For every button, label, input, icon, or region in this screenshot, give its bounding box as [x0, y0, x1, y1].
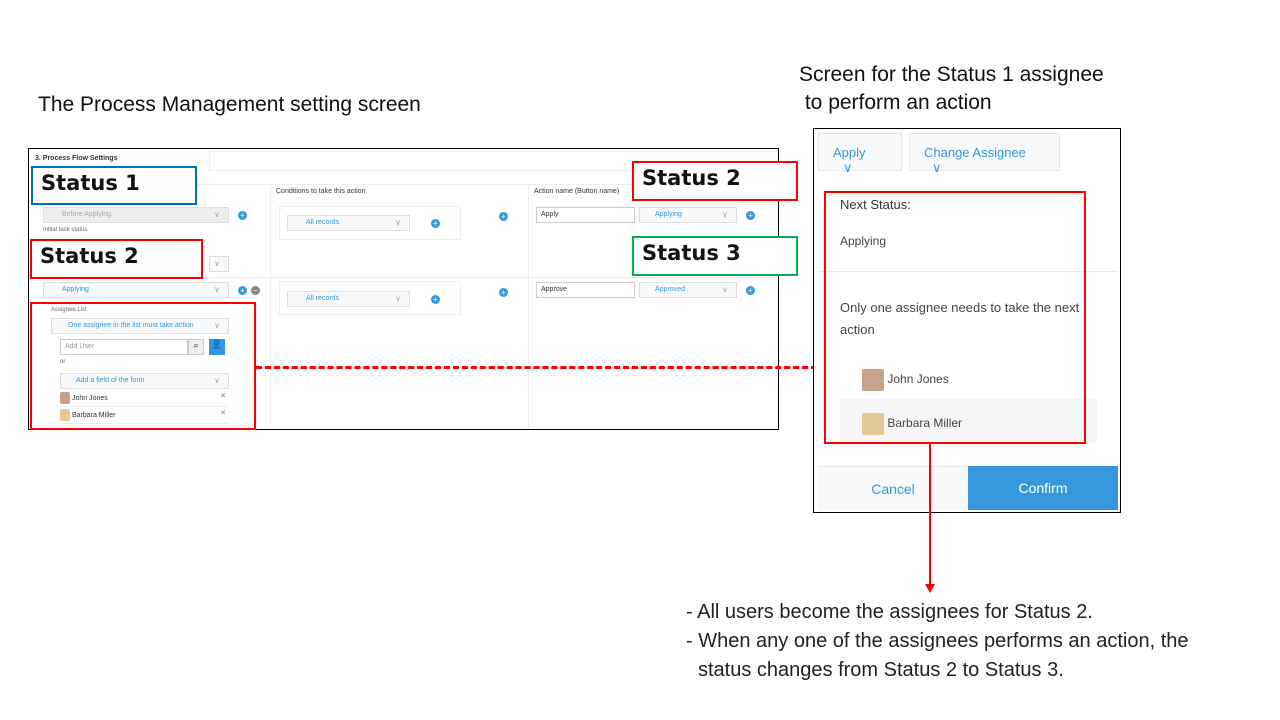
caption-right-line2: to perform an action	[804, 91, 992, 114]
caption-right: Screen for the Status 1 assignee to perf…	[799, 61, 1104, 117]
assignee-highlight	[30, 302, 256, 430]
action2-input[interactable]: Approve	[536, 282, 635, 298]
chevron-down-icon: ∨	[843, 160, 853, 175]
status1-select[interactable]: Before Applying ∨	[43, 207, 229, 223]
status1-label: Status 1	[31, 166, 197, 205]
status2-next-label: Status 2	[632, 161, 798, 201]
add-action-icon[interactable]: +	[499, 288, 508, 297]
next-status1-select[interactable]: Applying ∨	[639, 207, 737, 223]
col-action: Action name (Button name)	[534, 188, 620, 195]
status2-label: Status 2	[30, 239, 203, 279]
caption-left: The Process Management setting screen	[38, 93, 421, 116]
status3-label: Status 3	[632, 236, 798, 276]
confirm-button[interactable]: Confirm	[968, 466, 1118, 510]
hidden-select[interactable]: ∨	[209, 256, 229, 272]
initial-status-label: Initial task status	[43, 227, 88, 233]
add-action-icon[interactable]: +	[499, 212, 508, 221]
next-status2-select[interactable]: Approved ∨	[639, 282, 737, 298]
add-status-icon[interactable]: +	[238, 286, 247, 295]
caption-right-line1: Screen for the Status 1 assignee	[799, 63, 1104, 86]
note-1: - All users become the assignees for Sta…	[686, 601, 1093, 623]
add-status-icon[interactable]: +	[238, 211, 247, 220]
add-icon[interactable]: +	[746, 286, 755, 295]
add-condition-icon[interactable]: +	[431, 219, 440, 228]
arrow-head-icon	[925, 584, 935, 593]
col-conditions: Conditions to take this action	[276, 188, 366, 195]
chevron-down-icon: ∨	[932, 160, 942, 175]
apply-button[interactable]: Apply ∨	[818, 133, 902, 175]
note-2: - When any one of the assignees performs…	[686, 630, 1189, 681]
add-condition-icon[interactable]: +	[431, 295, 440, 304]
dashed-connector	[256, 366, 826, 369]
condition1-select[interactable]: All records ∨	[287, 215, 410, 231]
condition2-select[interactable]: All records ∨	[287, 291, 410, 307]
arrow-line	[929, 444, 931, 586]
status2-select[interactable]: Applying ∨	[43, 282, 229, 298]
add-icon[interactable]: +	[746, 211, 755, 220]
remove-status-icon[interactable]: −	[251, 286, 260, 295]
action1-input[interactable]: Apply	[536, 207, 635, 223]
change-assignee-button[interactable]: Change Assignee ∨	[909, 133, 1060, 175]
section-title: 3. Process Flow Settings	[35, 155, 118, 162]
dialog-highlight	[824, 191, 1086, 444]
cancel-button[interactable]: Cancel	[818, 466, 968, 510]
